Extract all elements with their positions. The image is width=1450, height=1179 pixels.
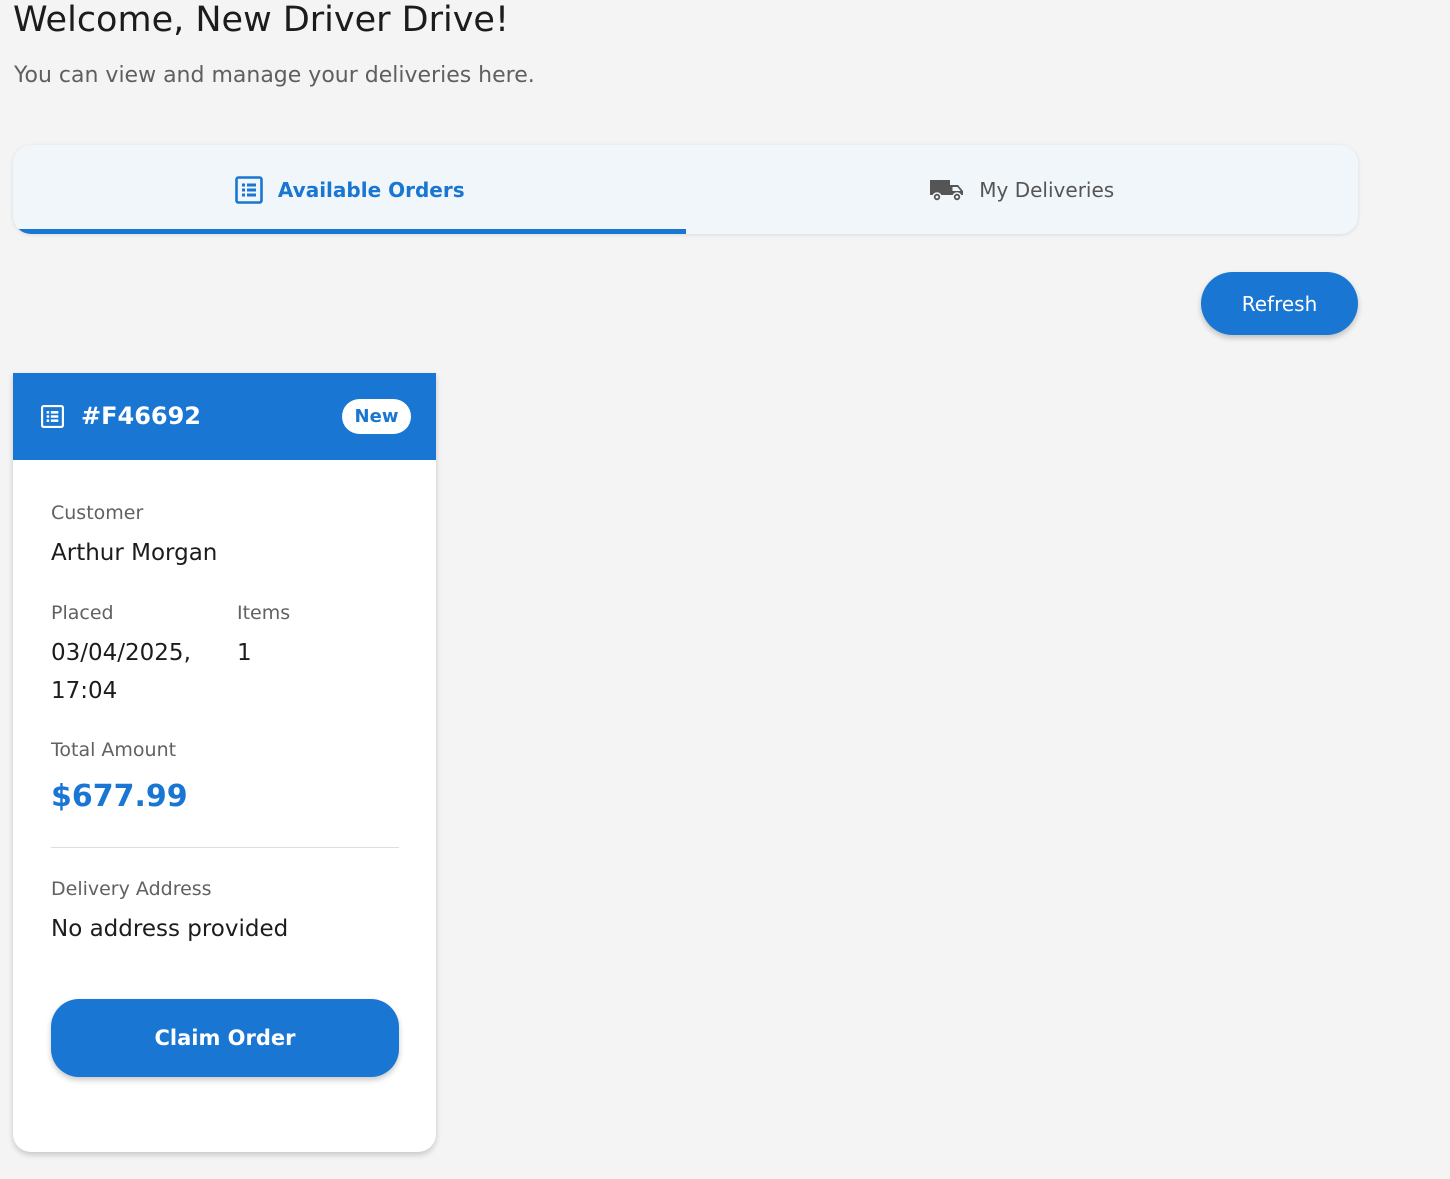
items-count: 1 [237,640,252,666]
order-list-icon [234,175,264,205]
tab-bar: Available Orders My Deliveries [13,145,1358,234]
customer-label: Customer [51,502,144,524]
placed-datetime: 03/04/2025, 17:04 [51,640,191,704]
tab-my-deliveries[interactable]: My Deliveries [686,145,1359,234]
order-list-icon [40,404,65,433]
refresh-button[interactable]: Refresh [1201,272,1358,335]
customer-name: Arthur Morgan [51,540,218,566]
tab-available-orders-label: Available Orders [277,177,465,202]
page-subtitle: You can view and manage your deliveries … [14,63,535,88]
total-amount-label: Total Amount [51,739,177,761]
items-label: Items [237,602,291,624]
claim-order-button[interactable]: Claim Order [51,999,399,1077]
delivery-address: No address provided [51,916,289,942]
active-tab-indicator [13,229,686,234]
truck-icon [929,176,965,204]
order-card-header: #F46692 New [13,373,436,460]
card-divider [51,847,399,848]
tab-my-deliveries-label: My Deliveries [979,177,1115,202]
delivery-address-label: Delivery Address [51,878,212,900]
order-id: #F46692 [81,402,201,430]
driver-dashboard: Welcome, New Driver Drive! You can view … [0,0,1450,1179]
tab-available-orders[interactable]: Available Orders [13,145,686,234]
order-card: #F46692 New Customer Arthur Morgan Place… [13,373,436,1152]
total-amount: $677.99 [51,779,188,814]
page-title: Welcome, New Driver Drive! [13,0,509,40]
status-badge: New [342,399,411,434]
placed-label: Placed [51,602,114,624]
